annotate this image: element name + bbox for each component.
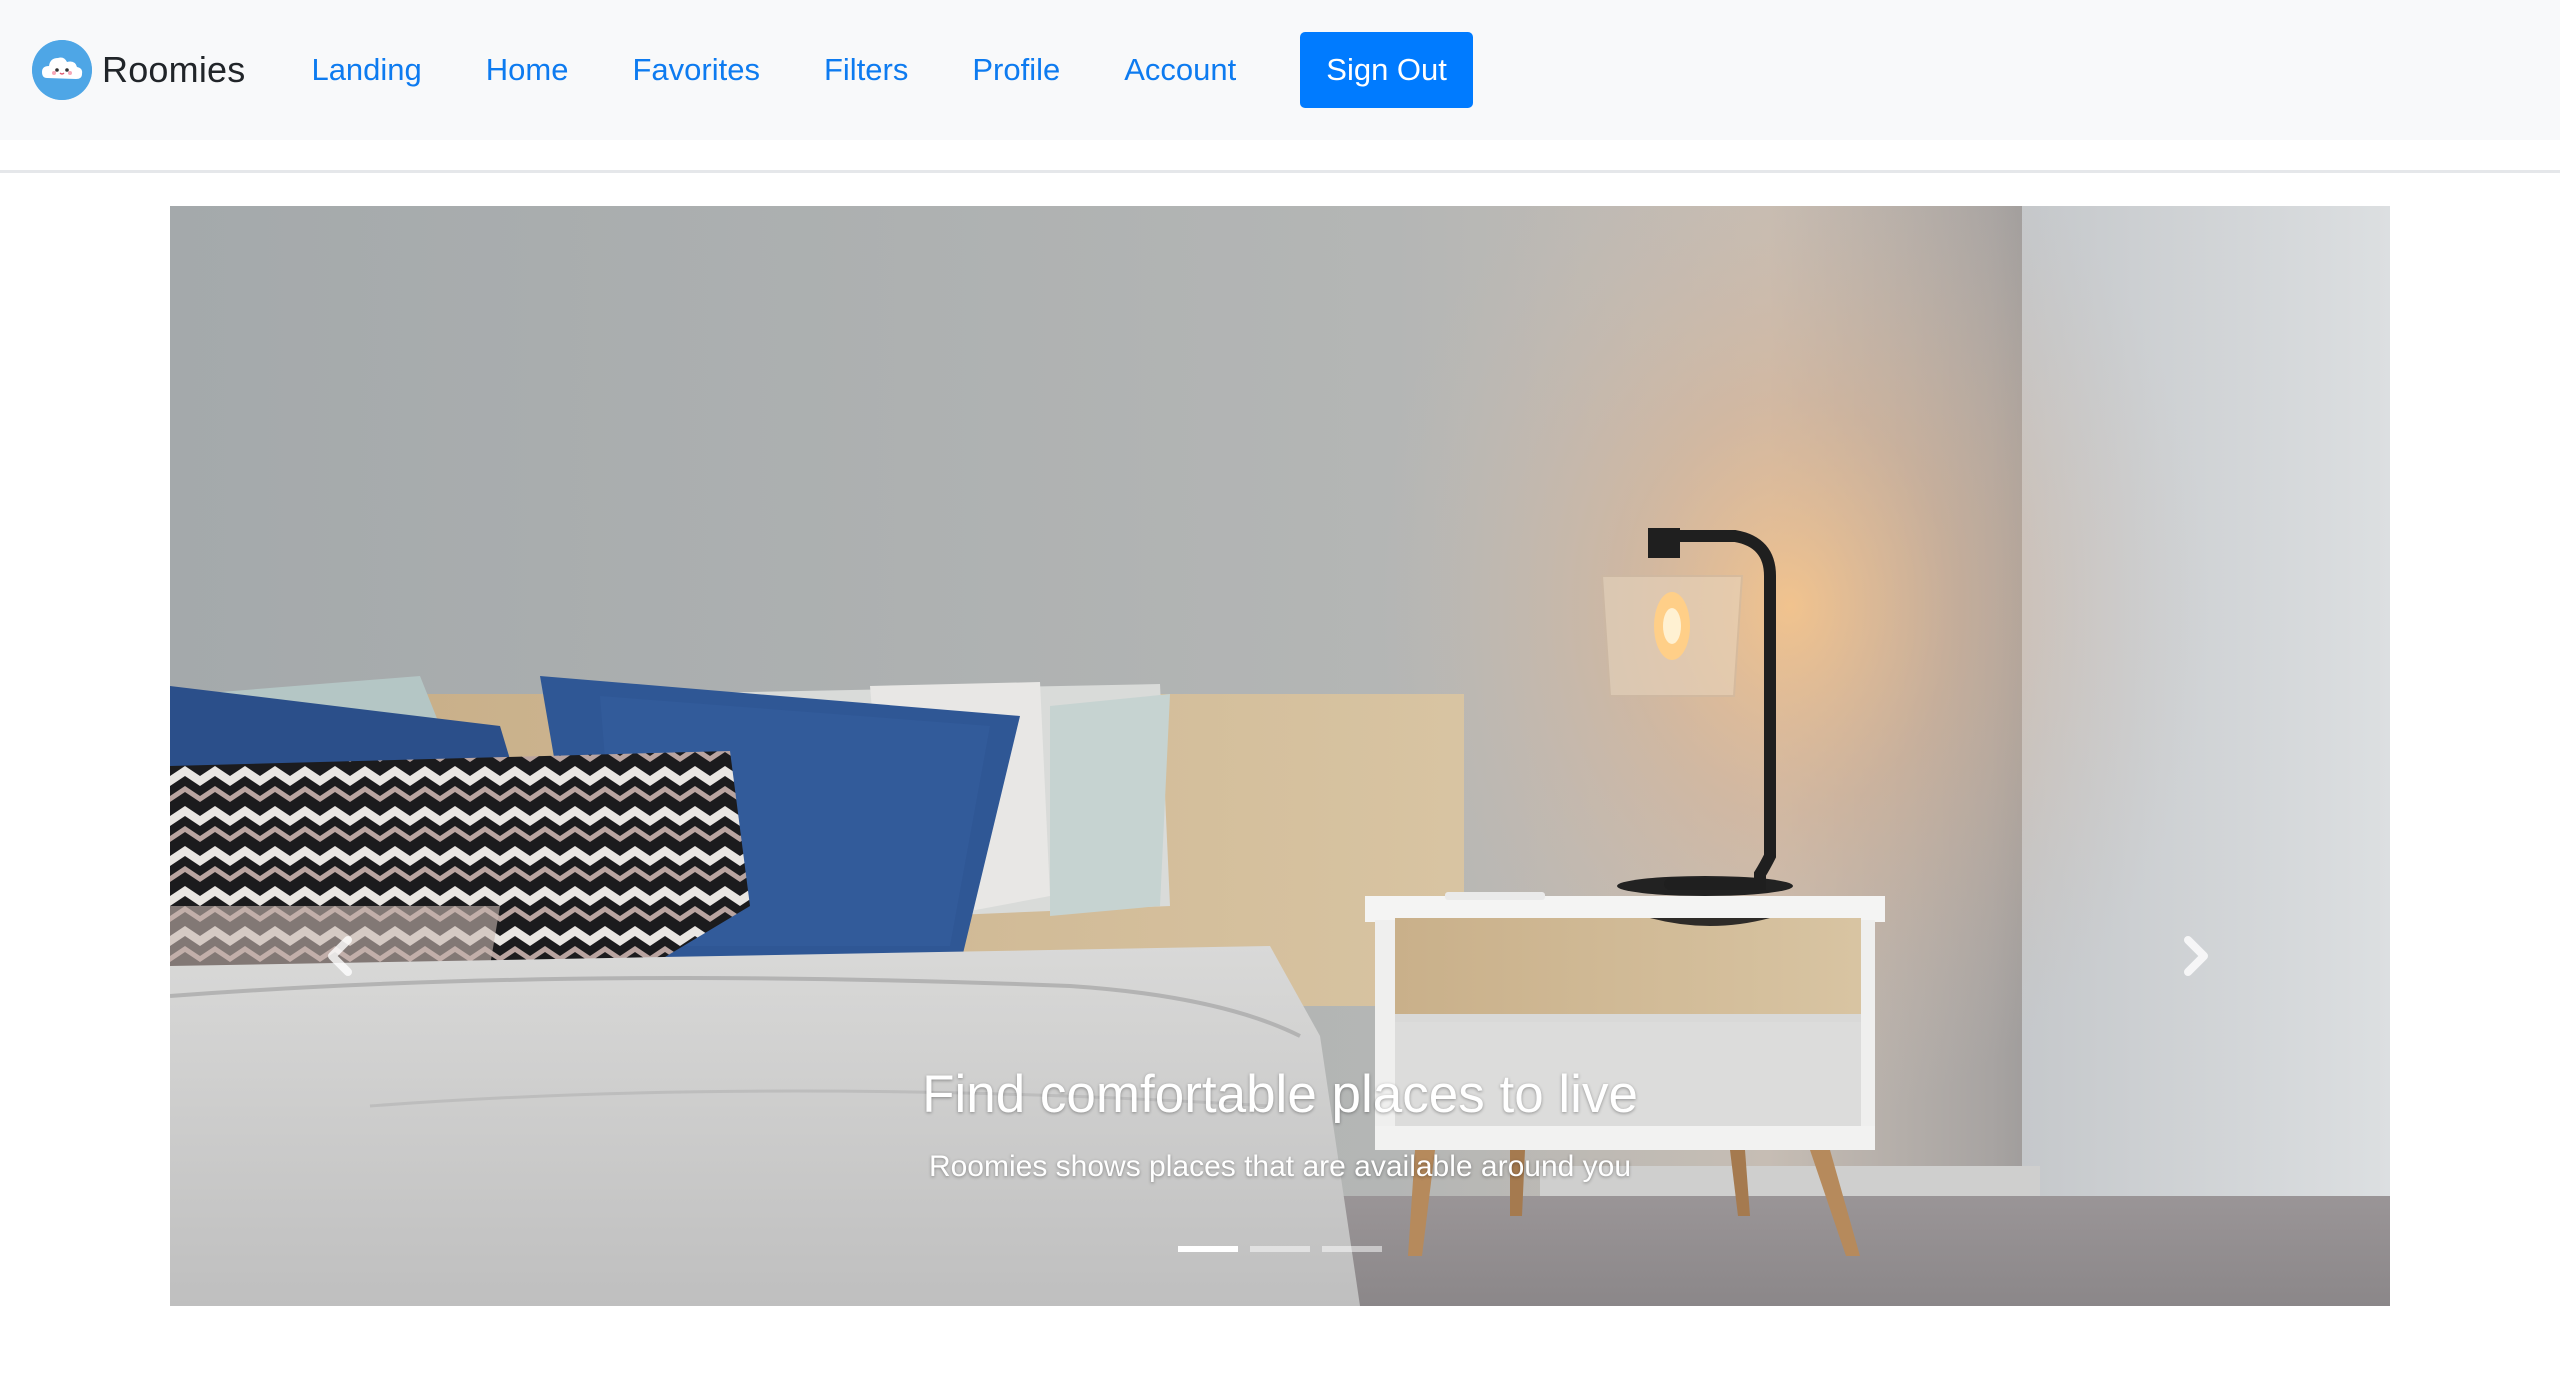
cloud-face-icon [32,40,92,100]
sign-out-button[interactable]: Sign Out [1300,32,1473,108]
carousel-indicators [170,1246,2390,1252]
carousel-indicator-3[interactable] [1322,1246,1382,1252]
nav-link-account[interactable]: Account [1092,52,1268,88]
header-divider [0,170,2560,173]
carousel-indicator-1[interactable] [1178,1246,1238,1252]
chevron-left-icon[interactable] [310,926,370,986]
brand-name: Roomies [102,49,246,90]
nav-link-profile[interactable]: Profile [940,52,1092,88]
hero-carousel: Find comfortable places to live Roomies … [170,206,2390,1306]
navbar: Roomies Landing Home Favorites Filters P… [0,0,2560,140]
carousel-caption-title: Find comfortable places to live [922,1065,1638,1124]
carousel-caption-text: Roomies shows places that are available … [928,1150,1632,1183]
carousel-indicator-2[interactable] [1250,1246,1310,1252]
nav-link-landing[interactable]: Landing [279,52,453,88]
chevron-right-icon[interactable] [2166,926,2226,986]
brand[interactable]: Roomies [32,40,245,100]
nav-link-favorites[interactable]: Favorites [601,52,792,88]
nav-link-home[interactable]: Home [454,52,601,88]
nav-link-filters[interactable]: Filters [792,52,940,88]
bedroom-with-lamp-photo [170,206,2390,1306]
